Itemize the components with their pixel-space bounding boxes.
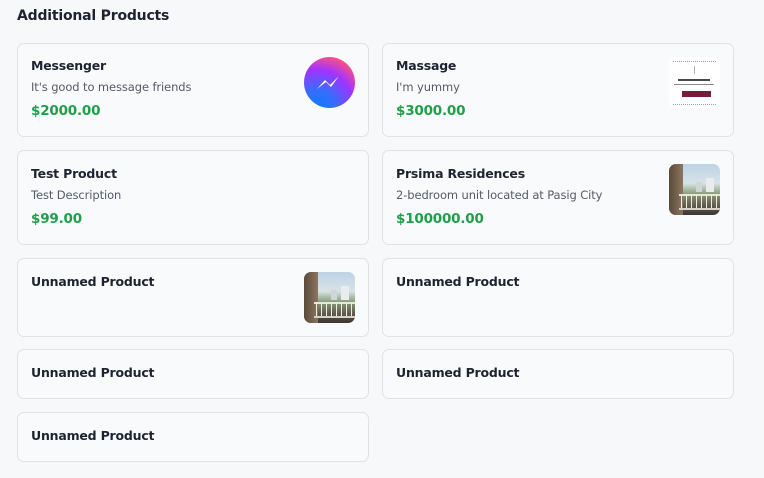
section-title: Additional Products — [17, 8, 170, 24]
massage-flyer-thumbnail — [669, 57, 720, 108]
product-price: $100000.00 — [396, 211, 484, 227]
product-price: $3000.00 — [396, 103, 466, 119]
balcony-photo-thumbnail — [304, 272, 355, 323]
product-description: Test Description — [31, 188, 122, 202]
product-card-unnamed-4[interactable]: Unnamed Product — [382, 349, 734, 399]
product-card-messenger[interactable]: Messenger It's good to message friends $… — [17, 43, 369, 137]
product-name: Unnamed Product — [31, 365, 155, 380]
product-name: Test Product — [31, 166, 117, 181]
product-card-massage[interactable]: Massage I'm yummy $3000.00 — [382, 43, 734, 137]
product-name: Unnamed Product — [31, 428, 155, 443]
product-description: I'm yummy — [396, 80, 460, 94]
product-card-test-product[interactable]: Test Product Test Description $99.00 — [17, 150, 369, 245]
product-price: $99.00 — [31, 211, 82, 227]
product-card-prsima-residences[interactable]: Prsima Residences 2-bedroom unit located… — [382, 150, 734, 245]
product-card-unnamed-1[interactable]: Unnamed Product — [17, 258, 369, 337]
product-name: Massage — [396, 58, 457, 73]
messenger-logo-thumbnail — [304, 57, 355, 108]
product-card-unnamed-5[interactable]: Unnamed Product — [17, 412, 369, 462]
balcony-photo-thumbnail — [669, 164, 720, 215]
product-name: Messenger — [31, 58, 106, 73]
product-description: It's good to message friends — [31, 80, 192, 94]
product-description: 2-bedroom unit located at Pasig City — [396, 188, 603, 202]
messenger-icon — [304, 57, 355, 108]
product-name: Prsima Residences — [396, 166, 525, 181]
product-card-unnamed-3[interactable]: Unnamed Product — [17, 349, 369, 399]
product-name: Unnamed Product — [396, 365, 520, 380]
product-name: Unnamed Product — [31, 274, 155, 289]
product-card-unnamed-2[interactable]: Unnamed Product — [382, 258, 734, 337]
product-price: $2000.00 — [31, 103, 101, 119]
product-name: Unnamed Product — [396, 274, 520, 289]
